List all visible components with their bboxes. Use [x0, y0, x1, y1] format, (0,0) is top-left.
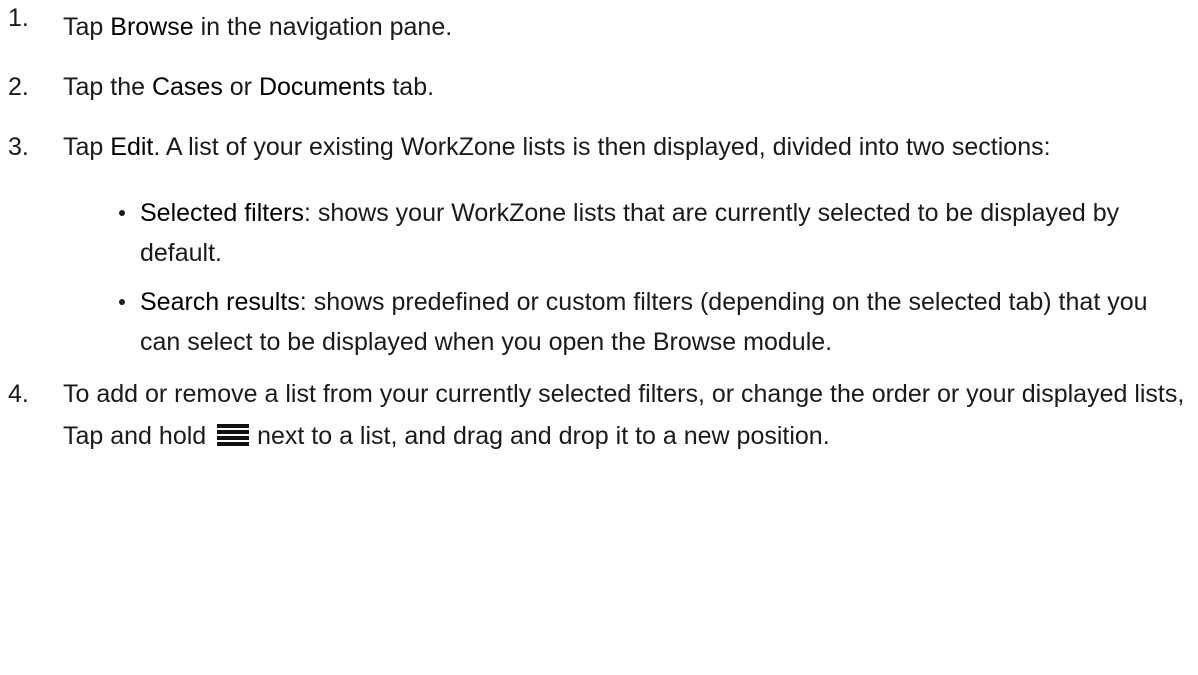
keyword-cases: Cases	[151, 73, 223, 101]
document: 1. Tap Browse in the navigation pane. 2.…	[0, 0, 1198, 675]
step-number: 3.	[8, 133, 29, 161]
drag-handle-icon	[217, 417, 250, 446]
step-number: 2.	[8, 73, 29, 101]
step-text: Tap Browse in the navigation pane.	[63, 13, 452, 41]
sections-list: Selected filters: shows your WorkZone li…	[63, 193, 1188, 362]
step-text-post: . A list of your existing WorkZone lists…	[153, 133, 1051, 161]
keyword-edit: Edit	[110, 133, 154, 161]
bullet	[119, 299, 125, 305]
step-text-post: tab.	[385, 73, 435, 101]
step-text-post: next to a list, and drag and drop it to …	[250, 422, 830, 450]
step-text-pre: Tap the	[63, 73, 152, 101]
keyword-search-results: Search results	[140, 288, 300, 316]
steps-list: 1. Tap Browse in the navigation pane. 2.…	[0, 0, 1188, 457]
list-item-selected-filters: Selected filters: shows your WorkZone li…	[63, 193, 1188, 273]
step-text-post: in the navigation pane.	[193, 13, 453, 41]
step-text-pre: Tap	[63, 133, 111, 161]
step-text: To add or remove a list from your curren…	[63, 380, 1184, 450]
keyword-documents: Documents	[258, 73, 386, 101]
step-text-mid: or	[222, 73, 259, 101]
step-text: Tap the Cases or Documents tab.	[63, 73, 434, 101]
bullet	[119, 210, 125, 216]
step-number: 1.	[8, 4, 29, 32]
step-text: Tap Edit. A list of your existing WorkZo…	[63, 133, 1051, 161]
keyword-selected-filters: Selected filters	[140, 199, 304, 227]
list-item-search-results: Search results: shows predefined or cust…	[63, 282, 1188, 362]
step-text-pre: Tap	[63, 13, 111, 41]
keyword-browse: Browse	[110, 13, 194, 41]
step-4: 4. To add or remove a list from your cur…	[0, 373, 1188, 457]
step-3: 3. Tap Edit. A list of your existing Wor…	[0, 129, 1188, 362]
step-number: 4.	[8, 380, 29, 408]
step-1: 1. Tap Browse in the navigation pane.	[0, 0, 1188, 46]
step-2: 2. Tap the Cases or Documents tab.	[0, 69, 1188, 106]
